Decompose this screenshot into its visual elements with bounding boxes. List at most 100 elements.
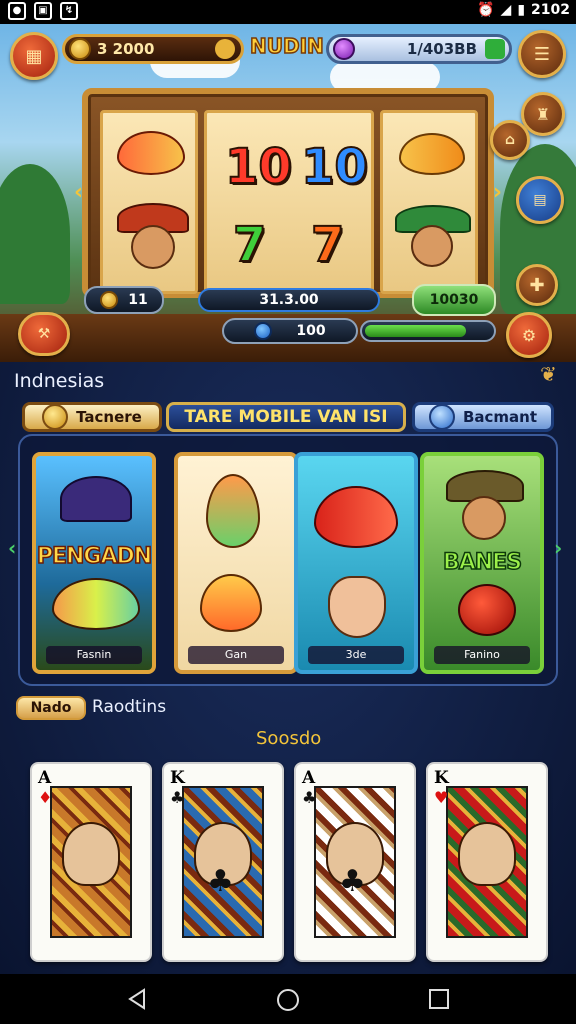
vine-decoration-icon: ❦: [540, 362, 557, 386]
goldfish-symbol: [399, 133, 465, 175]
coin-icon: [42, 404, 69, 430]
game-card[interactable]: PENGADN Fasnin: [32, 452, 156, 674]
back-icon[interactable]: [126, 988, 148, 1010]
symbol-10-red: 10: [224, 138, 293, 196]
wifi-icon: ◢: [500, 2, 512, 18]
symbol-10-blue: 10: [300, 138, 369, 196]
shop-button[interactable]: ⌂: [490, 120, 530, 160]
brand-logo: NUDIN: [249, 33, 324, 59]
notification-icon: ▣: [34, 2, 52, 20]
clock: 2102: [531, 2, 570, 18]
character-art: [462, 496, 506, 540]
balance-icon: [254, 322, 273, 340]
chest-button[interactable]: ▦: [10, 32, 58, 80]
card-suit: ♦: [38, 788, 53, 807]
fish-art: [200, 574, 262, 632]
plus-button[interactable]: ✚: [516, 264, 558, 306]
reel-left: [100, 110, 198, 294]
coin-icon: [100, 291, 119, 309]
trophy-icon: ♜: [535, 104, 551, 124]
bet-pill[interactable]: 11: [84, 286, 164, 314]
notification-icon: ↯: [60, 2, 78, 20]
section-title: Raodtins: [92, 697, 167, 717]
reel-right: [380, 110, 478, 294]
status-right: ⏰ ◢ ▮ 2102: [477, 2, 570, 18]
code-button[interactable]: ▤: [516, 176, 564, 224]
game-card[interactable]: BANES Fanino: [420, 452, 544, 674]
quick-button[interactable]: ⚒: [18, 312, 70, 356]
game-card[interactable]: 3de: [294, 452, 418, 674]
nado-badge[interactable]: Nado: [16, 696, 86, 720]
status-bar: ● ▣ ↯ ⏰ ◢ ▮ 2102: [0, 0, 576, 24]
carousel-next-icon[interactable]: ›: [554, 536, 566, 560]
game-carousel: PENGADN Fasnin Gan 3de BANES Fanino: [18, 434, 558, 686]
pot-art: [458, 584, 516, 636]
recents-icon[interactable]: [428, 988, 450, 1010]
navigation-bar: [0, 974, 576, 1024]
card-suit: ♣: [170, 788, 185, 807]
code-icon: ▤: [533, 192, 547, 208]
reel-center: 10 10 7 7: [204, 110, 374, 294]
playing-card[interactable]: A ♦: [30, 762, 152, 962]
symbol-7-orange: 7: [310, 216, 345, 274]
card-face-art: [458, 822, 516, 886]
symbol-7-green: 7: [232, 216, 267, 274]
settings-icon: ⚙: [521, 325, 537, 345]
club-icon: ♣: [207, 864, 234, 899]
game-card[interactable]: Gan: [174, 452, 298, 674]
tab-teachers[interactable]: Tacnere: [22, 402, 162, 432]
character-symbol: [131, 225, 175, 269]
alarm-icon: ⏰: [477, 2, 495, 18]
spin-button[interactable]: 10030: [412, 284, 496, 316]
playing-card[interactable]: ♣ A ♣: [294, 762, 416, 962]
add-coins-icon[interactable]: [215, 39, 235, 59]
balance-pill: 100: [222, 318, 358, 344]
card-rank: K: [170, 768, 185, 788]
home-icon[interactable]: [276, 988, 300, 1012]
plus-icon: ✚: [529, 274, 545, 296]
chevron-right-icon[interactable]: ›: [493, 180, 502, 205]
character-symbol: [411, 225, 453, 267]
tab-featured[interactable]: TARE MOBILE VAN ISI: [166, 402, 406, 432]
search-icon: [428, 404, 455, 430]
card-rank: A: [302, 768, 316, 788]
progress-bar: [360, 320, 496, 342]
settings-button[interactable]: ⚙: [506, 312, 552, 358]
tab-search[interactable]: Bacmant: [412, 402, 554, 432]
fish-art: [52, 578, 140, 630]
fish-symbol: [117, 131, 185, 175]
region-title: Indnesias: [14, 370, 105, 392]
trophy-button[interactable]: ♜: [521, 92, 565, 136]
win-amount: 31.3.00: [198, 288, 380, 312]
status-left-icons: ● ▣ ↯: [8, 2, 78, 20]
slot-machine: 10 10 7 7 ‹ ›: [74, 88, 502, 298]
character-art: [328, 576, 386, 638]
hammer-icon: ⚒: [37, 326, 51, 342]
chevron-left-icon[interactable]: ‹: [74, 180, 83, 205]
club-icon: ♣: [339, 864, 366, 899]
wizard-hat: [60, 476, 132, 522]
playing-card[interactable]: ♣ K ♣: [162, 762, 284, 962]
battery-icon: ▮: [517, 2, 526, 18]
carousel-prev-icon[interactable]: ‹: [8, 536, 20, 560]
card-rank: K: [434, 768, 449, 788]
shop-icon: ⌂: [504, 132, 516, 148]
gem-balance[interactable]: 1/403BB: [326, 34, 512, 64]
add-gems-icon[interactable]: [485, 39, 505, 59]
chest-icon: ▦: [25, 45, 43, 67]
menu-icon: ☰: [533, 43, 551, 65]
card-face-art: [62, 822, 120, 886]
playing-card[interactable]: K ♥: [426, 762, 548, 962]
card-suit: ♥: [434, 788, 449, 807]
card-suit: ♣: [302, 788, 317, 807]
cards-title: Soosdo: [256, 728, 322, 749]
progress-fill: [365, 325, 466, 337]
fish-art: [314, 486, 398, 548]
coin-balance[interactable]: 3 2000: [62, 34, 244, 64]
notification-icon: ●: [8, 2, 26, 20]
fish-art: [206, 474, 260, 548]
gem-icon: [333, 38, 355, 60]
menu-button[interactable]: ☰: [518, 30, 566, 78]
card-rank: A: [38, 768, 52, 788]
palm-tree: [0, 164, 70, 304]
